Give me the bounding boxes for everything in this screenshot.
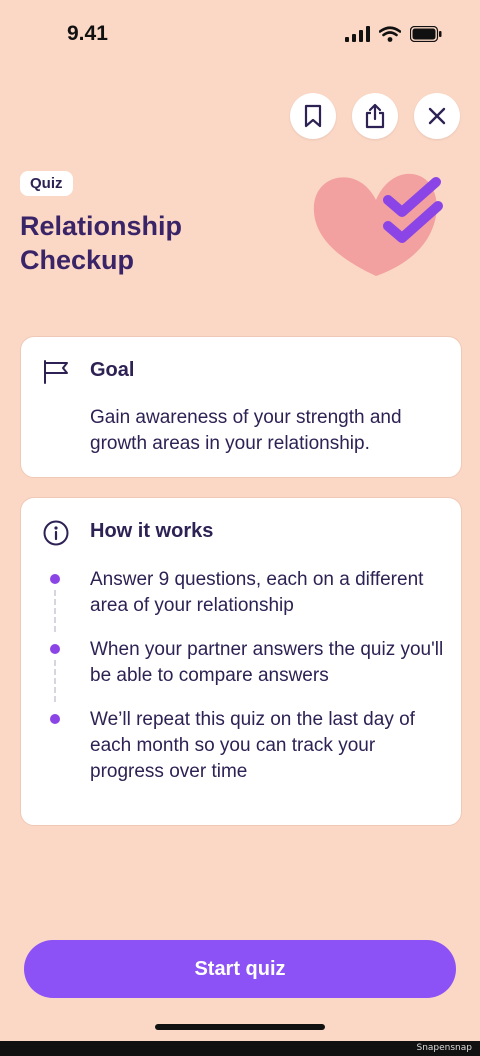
start-quiz-button[interactable]: Start quiz (24, 940, 456, 998)
step-bullet (50, 644, 60, 654)
home-indicator (155, 1024, 325, 1030)
step-connector (54, 590, 58, 632)
info-icon (43, 520, 69, 546)
goal-card: Goal Gain awareness of your strength and… (20, 336, 462, 478)
signal-icon (345, 26, 370, 42)
bookmark-button[interactable] (290, 93, 336, 139)
close-icon (428, 107, 446, 125)
status-icons (345, 26, 442, 42)
goal-body: Gain awareness of your strength and grow… (90, 407, 402, 454)
step-bullet (50, 714, 60, 724)
heart-illustration (313, 173, 443, 276)
status-bar: 9.41 (0, 0, 480, 70)
how-it-works-title: How it works (90, 520, 214, 542)
close-button[interactable] (414, 93, 460, 139)
status-time: 9.41 (67, 22, 108, 45)
step-item: Answer 9 questions, each on a different … (90, 569, 424, 616)
step-bullet (50, 574, 60, 584)
watermark: Snapensnap (416, 1043, 472, 1053)
wifi-icon (379, 26, 401, 42)
step-item: We’ll repeat this quiz on the last day o… (90, 709, 415, 782)
bookmark-icon (304, 104, 322, 128)
page-title: Relationship Checkup (20, 211, 183, 275)
goal-title: Goal (90, 359, 135, 381)
share-icon (365, 103, 385, 129)
step-item: When your partner answers the quiz you'l… (90, 639, 444, 686)
how-it-works-card: How it works Answer 9 questions, each on… (20, 497, 462, 826)
footer-bar (0, 1041, 480, 1056)
share-button[interactable] (352, 93, 398, 139)
quiz-badge: Quiz (20, 171, 73, 196)
flag-icon (44, 360, 68, 384)
step-connector (54, 660, 58, 702)
battery-icon (410, 26, 442, 42)
